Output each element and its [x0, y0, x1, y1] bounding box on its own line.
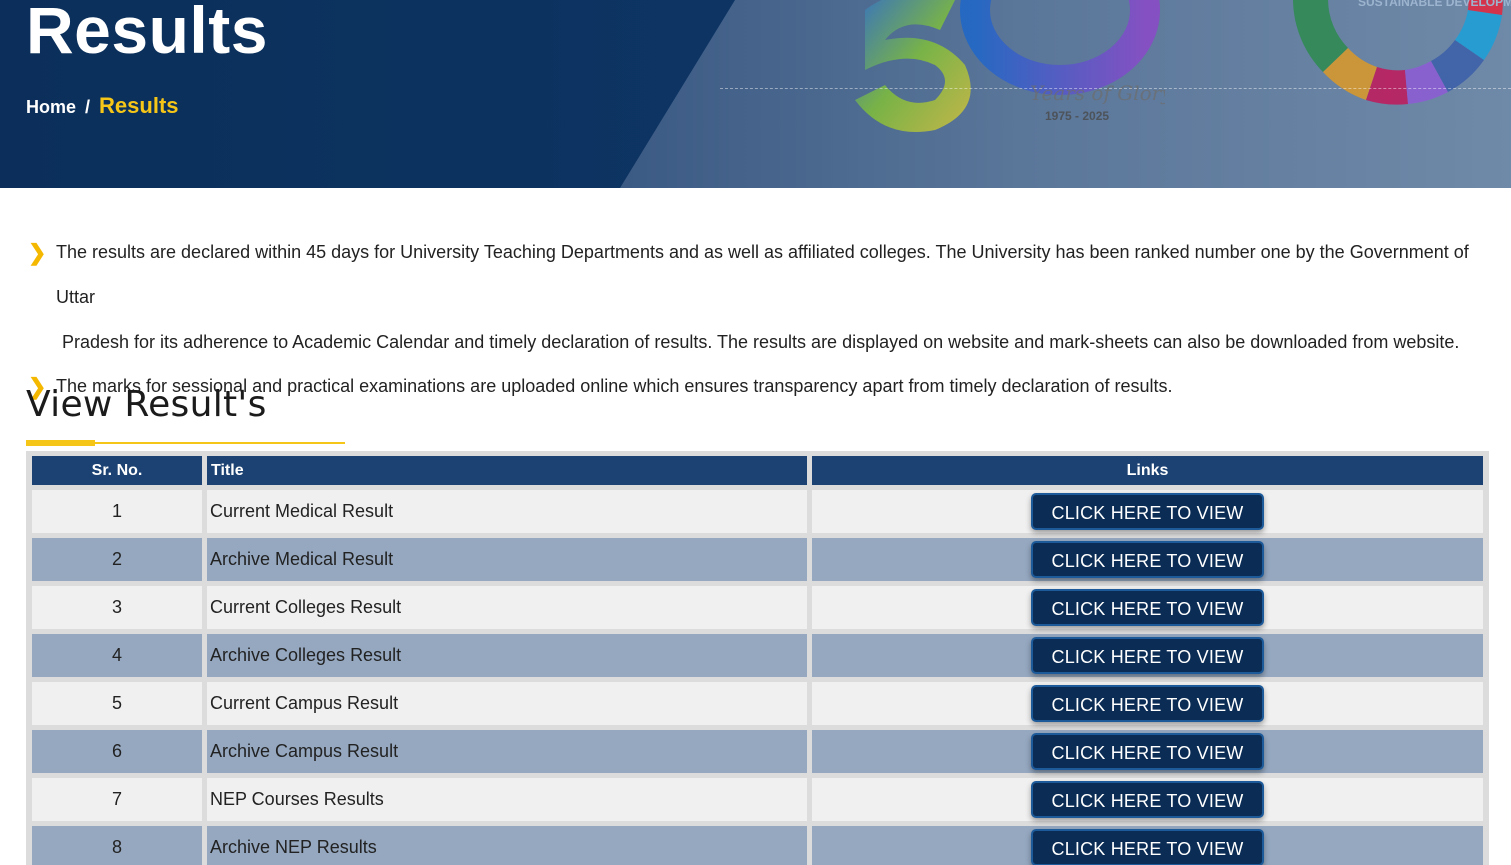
row-title: Current Campus Result: [207, 682, 807, 725]
row-link-cell: CLICK HERE TO VIEW: [812, 730, 1483, 773]
row-sr-no: 7: [32, 778, 202, 821]
row-link-cell: CLICK HERE TO VIEW: [812, 682, 1483, 725]
bullet-text: The results are declared within 45 days …: [56, 242, 1469, 307]
row-sr-no: 3: [32, 586, 202, 629]
row-sr-no: 6: [32, 730, 202, 773]
sdg-label: SUSTAINABLE DEVELOPMENT GOALS: [1358, 0, 1511, 9]
table-row: 2 Archive Medical Result CLICK HERE TO V…: [32, 538, 1483, 581]
row-title: Archive Colleges Result: [207, 634, 807, 677]
table-row: 3 Current Colleges Result CLICK HERE TO …: [32, 586, 1483, 629]
header-title: Title: [207, 456, 807, 485]
table-row: 5 Current Campus Result CLICK HERE TO VI…: [32, 682, 1483, 725]
view-result-button[interactable]: CLICK HERE TO VIEW: [1030, 589, 1265, 626]
view-result-button[interactable]: CLICK HERE TO VIEW: [1030, 637, 1265, 674]
bullet-text-continued: Pradesh for its adherence to Academic Ca…: [62, 332, 1460, 352]
view-result-button[interactable]: CLICK HERE TO VIEW: [1030, 493, 1265, 530]
logo-script-text: Years of Glory: [1030, 81, 1165, 105]
row-link-cell: CLICK HERE TO VIEW: [812, 634, 1483, 677]
sdg-wheel-logo: SUSTAINABLE DEVELOPMENT GOALS: [1293, 0, 1511, 105]
row-title: Current Colleges Result: [207, 586, 807, 629]
view-result-button[interactable]: CLICK HERE TO VIEW: [1030, 541, 1265, 578]
view-result-button[interactable]: CLICK HERE TO VIEW: [1030, 781, 1265, 818]
row-link-cell: CLICK HERE TO VIEW: [812, 586, 1483, 629]
view-result-button[interactable]: CLICK HERE TO VIEW: [1030, 685, 1265, 722]
table-row: 6 Archive Campus Result CLICK HERE TO VI…: [32, 730, 1483, 773]
row-title: NEP Courses Results: [207, 778, 807, 821]
intro-bullets: ❯ The results are declared within 45 day…: [28, 230, 1488, 409]
row-link-cell: CLICK HERE TO VIEW: [812, 490, 1483, 533]
section-title: View Result's: [26, 384, 267, 425]
table-row: 8 Archive NEP Results CLICK HERE TO VIEW: [32, 826, 1483, 865]
row-title: Archive Medical Result: [207, 538, 807, 581]
row-sr-no: 2: [32, 538, 202, 581]
row-link-cell: CLICK HERE TO VIEW: [812, 538, 1483, 581]
row-sr-no: 1: [32, 490, 202, 533]
section-underline-accent: [26, 440, 95, 446]
results-table-container: Sr. No. Title Links 1 Current Medical Re…: [26, 451, 1489, 865]
row-title: Current Medical Result: [207, 490, 807, 533]
breadcrumb-home-link[interactable]: Home: [26, 97, 76, 118]
row-link-cell: CLICK HERE TO VIEW: [812, 826, 1483, 865]
row-sr-no: 4: [32, 634, 202, 677]
banner-dotted-line: [720, 88, 1511, 89]
logo-years-text: 1975 - 2025: [1045, 109, 1109, 123]
view-result-button[interactable]: CLICK HERE TO VIEW: [1030, 829, 1265, 865]
view-result-button[interactable]: CLICK HERE TO VIEW: [1030, 733, 1265, 770]
row-title: Archive NEP Results: [207, 826, 807, 865]
header-links: Links: [812, 456, 1483, 485]
breadcrumb-separator: /: [85, 97, 91, 117]
row-sr-no: 8: [32, 826, 202, 865]
intro-bullet: ❯ The results are declared within 45 day…: [28, 230, 1488, 365]
page-title: Results: [26, 0, 268, 67]
table-row: 4 Archive Colleges Result CLICK HERE TO …: [32, 634, 1483, 677]
results-table: Sr. No. Title Links 1 Current Medical Re…: [27, 451, 1488, 865]
page-banner: Years of Glory 1975 - 2025 SUSTAINABLE D…: [0, 0, 1511, 188]
row-title: Archive Campus Result: [207, 730, 807, 773]
breadcrumb: Home / Results: [26, 93, 179, 119]
table-row: 7 NEP Courses Results CLICK HERE TO VIEW: [32, 778, 1483, 821]
row-sr-no: 5: [32, 682, 202, 725]
header-sr-no: Sr. No.: [32, 456, 202, 485]
table-header-row: Sr. No. Title Links: [32, 456, 1483, 485]
table-row: 1 Current Medical Result CLICK HERE TO V…: [32, 490, 1483, 533]
breadcrumb-current: Results: [99, 93, 179, 118]
chevron-right-icon: ❯: [28, 240, 47, 265]
row-link-cell: CLICK HERE TO VIEW: [812, 778, 1483, 821]
anniversary-logo: Years of Glory 1975 - 2025: [855, 0, 1165, 132]
